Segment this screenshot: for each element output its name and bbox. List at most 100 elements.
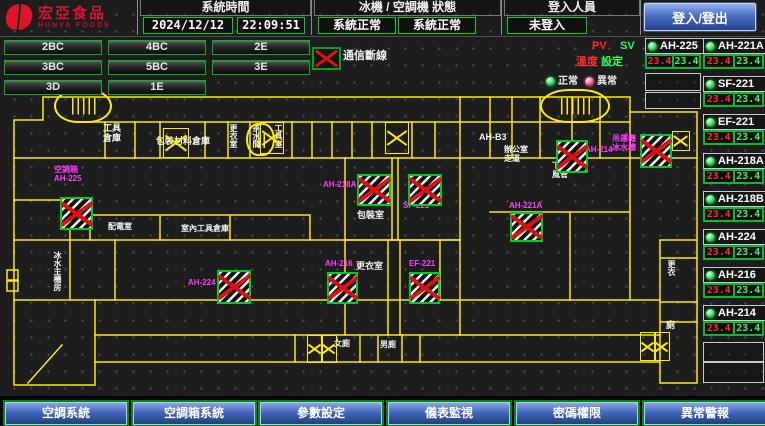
sv-value: 23.4 xyxy=(673,55,700,68)
system-time-value: 22:09:51 xyxy=(237,17,305,34)
unit-values-ah-214: 23.423.4 xyxy=(703,321,764,336)
comm-fail-legend-icon xyxy=(312,47,341,70)
pv-value: 23.4 xyxy=(704,131,734,144)
comm-fail-icon xyxy=(510,212,543,242)
empty-slot xyxy=(645,92,701,109)
yellow-x-icon xyxy=(386,123,408,153)
unit-ah-218a[interactable]: AH-218A xyxy=(703,153,765,169)
setpoint-label: 設定 xyxy=(601,56,623,68)
room-label: 配電室 xyxy=(108,223,132,232)
ahu-status-value: 系統正常 xyxy=(398,17,476,34)
red-x-icon xyxy=(216,269,252,305)
unit-name-label: AH-225 xyxy=(660,40,698,52)
normal-led-icon xyxy=(546,77,555,86)
shaft-x-icon xyxy=(163,128,189,158)
room-label: 辦公室 走道 xyxy=(504,146,528,164)
hunya-logo-icon xyxy=(4,2,34,32)
comm-fail-icon xyxy=(409,272,440,304)
abnormal-legend-label: 異常 xyxy=(597,76,617,87)
zone-button-3e[interactable]: 3E xyxy=(212,60,310,75)
comm-fail-legend-label: 通信斷線 xyxy=(343,50,387,62)
footer-button-6[interactable]: 異常警報 xyxy=(644,402,765,425)
yellow-x-icon xyxy=(164,129,188,157)
unit-values-ah-224: 23.423.4 xyxy=(703,245,764,260)
red-x-icon xyxy=(408,271,441,305)
unit-name-label: AH-224 xyxy=(718,231,756,243)
header-divider xyxy=(311,0,312,35)
unit-values-ah-225: 23.423.4 xyxy=(645,54,701,69)
footer-button-3[interactable]: 參數設定 xyxy=(260,402,382,425)
room-label: 工具 倉庫 xyxy=(103,123,121,143)
footer-button-1[interactable]: 空調系統 xyxy=(5,402,127,425)
empty-slot xyxy=(645,73,701,91)
zone-button-1e[interactable]: 1E xyxy=(108,80,206,95)
pv-value: 23.4 xyxy=(704,170,734,183)
shaft-x-icon xyxy=(672,131,690,151)
room-label: 男廁 xyxy=(380,341,396,350)
equipment-label: AH-214 xyxy=(585,146,613,155)
equipment-label: EF-221 xyxy=(409,260,435,269)
logo-text: 宏亞食品 HUNYA FOODS xyxy=(38,6,111,29)
equipment-label: 吊運機 冰水槽 xyxy=(612,135,636,153)
unit-values-ah-216: 23.423.4 xyxy=(703,283,764,298)
login-logout-button[interactable]: 登入/登出 xyxy=(644,3,756,31)
yellow-x-icon xyxy=(673,132,689,150)
room-label: 廁 xyxy=(666,320,675,330)
yellow-x-icon xyxy=(308,336,322,362)
status-led-normal xyxy=(706,157,715,166)
room-label: 更衣 xyxy=(666,260,675,276)
sv-value: 23.4 xyxy=(734,322,764,335)
unit-name-label: AH-218B xyxy=(718,193,764,205)
unit-ah-214[interactable]: AH-214 xyxy=(703,305,765,321)
empty-slot xyxy=(703,362,764,383)
footer-button-4[interactable]: 儀表監視 xyxy=(388,402,510,425)
unit-values-ah-218a: 23.423.4 xyxy=(703,169,764,184)
shaft-x-icon xyxy=(385,122,409,154)
unit-ah-221a[interactable]: AH-221A xyxy=(703,38,765,54)
red-x-icon xyxy=(356,173,392,207)
comm-fail-icon xyxy=(556,140,588,173)
yellow-x-icon xyxy=(322,336,336,362)
status-led-normal xyxy=(706,80,715,89)
logo-title: 宏亞食品 xyxy=(38,6,111,22)
unit-ah-218b[interactable]: AH-218B xyxy=(703,191,765,207)
room-label: 更衣室 xyxy=(356,261,383,271)
pv-value: 23.4 xyxy=(704,322,734,335)
red-x-icon xyxy=(59,196,94,231)
zone-button-2bc[interactable]: 2BC xyxy=(4,40,102,55)
pv-value: 23.4 xyxy=(646,55,673,68)
zone-button-2e[interactable]: 2E xyxy=(212,40,310,55)
unit-ah-224[interactable]: AH-224 xyxy=(703,229,765,245)
sv-value: 23.4 xyxy=(734,170,764,183)
zone-button-3bc[interactable]: 3BC xyxy=(4,60,102,75)
stairs-icon xyxy=(540,89,610,123)
system-date-value: 2024/12/12 xyxy=(143,17,233,34)
empty-slot xyxy=(703,342,764,362)
unit-ef-221[interactable]: EF-221 xyxy=(703,114,765,130)
zone-button-4bc[interactable]: 4BC xyxy=(108,40,206,55)
footer-button-5[interactable]: 密碼權限 xyxy=(516,402,638,425)
status-led-normal xyxy=(706,233,715,242)
footer-button-2[interactable]: 空調箱系統 xyxy=(133,402,255,425)
sv-value: 23.4 xyxy=(734,55,764,68)
machine-status-label: 冰機 / 空調機 狀態 xyxy=(314,0,501,16)
unit-sf-221[interactable]: SF-221 xyxy=(703,76,765,92)
yellow-x-icon xyxy=(655,333,669,360)
room-label: 更衣室 xyxy=(228,124,237,148)
pv-value: 23.4 xyxy=(704,93,734,106)
unit-name-label: AH-221A xyxy=(718,40,764,52)
unit-ah-225[interactable]: AH-225 xyxy=(645,38,705,54)
unit-name-label: AH-218A xyxy=(718,155,764,167)
sv-value: 23.4 xyxy=(734,208,764,221)
header-divider xyxy=(640,0,641,35)
red-x-icon xyxy=(639,133,673,169)
status-led-normal xyxy=(648,42,657,51)
unit-ah-216[interactable]: AH-216 xyxy=(703,267,765,283)
zone-button-3d[interactable]: 3D xyxy=(4,80,102,95)
zone-button-5bc[interactable]: 5BC xyxy=(108,60,206,75)
normal-legend-label: 正常 xyxy=(558,76,578,87)
comm-fail-icon xyxy=(408,174,442,206)
shaft-x-icon xyxy=(654,332,670,361)
shaft-x-icon xyxy=(321,335,337,363)
pv-value: 23.4 xyxy=(704,208,734,221)
